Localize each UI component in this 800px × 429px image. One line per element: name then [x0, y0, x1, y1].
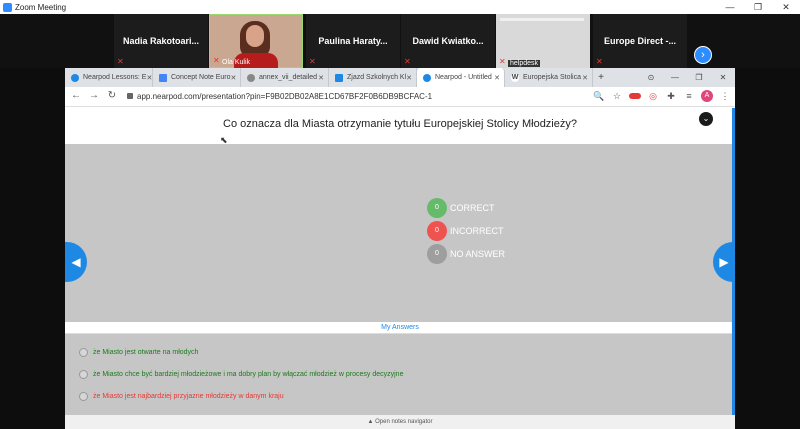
scrollbar[interactable]: [732, 108, 735, 415]
results-panel: 0 CORRECT 0 INCORRECT 0 NO ANSWER: [65, 144, 735, 322]
tab-favicon-icon: [71, 73, 79, 82]
answer-option[interactable]: że Miasto chce być bardziej młodzieżowe …: [79, 370, 403, 379]
forward-icon[interactable]: →: [87, 90, 101, 101]
participant-tile[interactable]: Dawid Kwiatko... ✕: [401, 14, 495, 68]
lock-icon: [127, 93, 133, 99]
browser-tab[interactable]: Concept Note Euro ✕: [153, 68, 241, 87]
search-icon[interactable]: 🔍: [593, 90, 605, 102]
zoom-app-icon: [3, 2, 12, 12]
muted-mic-icon: ✕: [309, 57, 316, 66]
window-controls: — ❐ ✕: [716, 0, 800, 14]
result-incorrect: 0 INCORRECT: [427, 221, 504, 241]
answers-list: że Miasto jest otwarte na młodych że Mia…: [65, 334, 735, 415]
result-correct: 0 CORRECT: [427, 198, 495, 218]
muted-mic-icon: ✕: [404, 57, 411, 66]
muted-mic-icon: ✕: [213, 56, 220, 65]
my-answers-tab[interactable]: My Answers: [65, 322, 735, 334]
muted-mic-icon: ✕: [117, 57, 124, 66]
participant-tile[interactable]: Nadia Rakotoari... ✕: [114, 14, 208, 68]
answer-option[interactable]: że Miasto jest otwarte na młodych: [79, 348, 198, 357]
participant-name: Europe Direct -...: [603, 36, 676, 46]
browser-tab[interactable]: Zjazd Szkolnych Kl ✕: [329, 68, 417, 87]
participant-name: helpdesk: [508, 60, 541, 67]
profile-avatar[interactable]: A: [701, 90, 713, 102]
address-bar-row: ← → ↻ app.nearpod.com/presentation?pin=F…: [65, 87, 735, 107]
minimize-button[interactable]: —: [716, 0, 744, 14]
participant-screen-tile[interactable]: helpdesk ✕: [496, 14, 590, 68]
extension-record-icon[interactable]: [629, 93, 641, 99]
participant-tile[interactable]: Paulina Haraty... ✕: [306, 14, 400, 68]
participant-gallery: Nadia Rakotoari... ✕ Ola Kulik ✕ Paulina…: [0, 14, 800, 69]
result-label: INCORRECT: [450, 226, 504, 236]
participant-video-tile[interactable]: Ola Kulik ✕: [209, 14, 303, 69]
window-title: Zoom Meeting: [15, 2, 67, 12]
participant-tile[interactable]: Europe Direct -... ✕: [593, 14, 687, 68]
close-tab-icon[interactable]: ✕: [494, 74, 500, 82]
count-badge: 0: [427, 221, 447, 241]
tab-favicon-icon: [335, 73, 343, 82]
answer-radio-icon: [79, 348, 88, 357]
answer-radio-icon: [79, 392, 88, 401]
back-icon[interactable]: ←: [69, 90, 83, 101]
reload-icon[interactable]: ↻: [105, 90, 119, 101]
browser-close-button[interactable]: ✕: [711, 68, 735, 87]
close-tab-icon[interactable]: ✕: [318, 74, 324, 82]
tab-favicon-icon: [423, 73, 431, 82]
answer-option[interactable]: że Miasto jest najbardziej przyjazne mło…: [79, 392, 284, 401]
profile-record-icon[interactable]: ⊙: [639, 68, 663, 87]
browser-tab[interactable]: annex_vii_detailed ✕: [241, 68, 329, 87]
close-tab-icon[interactable]: ✕: [231, 74, 237, 82]
participant-name: Nadia Rakotoari...: [122, 36, 200, 46]
reading-list-icon[interactable]: ≡: [683, 90, 695, 102]
tab-strip: Nearpod Lessons: E ✕ Concept Note Euro ✕ a…: [65, 68, 735, 87]
extension-icon[interactable]: ◎: [647, 90, 659, 102]
browser-window-controls: ⊙ — ❐ ✕: [639, 68, 735, 87]
question-text: Co oznacza dla Miasta otrzymanie tytułu …: [223, 118, 577, 130]
muted-mic-icon: ✕: [596, 57, 603, 66]
extensions-puzzle-icon[interactable]: ✚: [665, 90, 677, 102]
browser-tab[interactable]: W Europejska Stolica ✕: [505, 68, 593, 87]
tab-favicon-icon: [247, 73, 255, 82]
browser-minimize-button[interactable]: —: [663, 68, 687, 87]
next-page-icon[interactable]: ›: [694, 46, 712, 64]
close-tab-icon[interactable]: ✕: [582, 74, 588, 82]
maximize-button[interactable]: ❐: [744, 0, 772, 14]
answer-radio-icon: [79, 370, 88, 379]
count-badge: 0: [427, 244, 447, 264]
toolbar-icons: 🔍 ☆ ◎ ✚ ≡ A ⋮: [593, 90, 731, 102]
browser-window: Nearpod Lessons: E ✕ Concept Note Euro ✕ a…: [65, 68, 735, 429]
count-badge: 0: [427, 198, 447, 218]
browser-restore-button[interactable]: ❐: [687, 68, 711, 87]
notes-navigator-toggle[interactable]: ▲ Open notes navigator: [65, 415, 735, 429]
url-field[interactable]: app.nearpod.com/presentation?pin=F9B02DB…: [127, 90, 607, 104]
zoom-titlebar: Zoom Meeting — ❐ ✕: [0, 0, 800, 14]
collapse-chevron-icon[interactable]: ⌄: [699, 112, 713, 126]
result-label: CORRECT: [450, 203, 495, 213]
browser-tab-active[interactable]: Nearpod - Untitled ✕: [417, 68, 505, 87]
mouse-cursor-icon: ⬉: [220, 135, 228, 145]
participant-name: Dawid Kwiatko...: [412, 36, 484, 46]
new-tab-button[interactable]: +: [593, 68, 609, 87]
tab-favicon-icon: [159, 73, 167, 82]
browser-tab[interactable]: Nearpod Lessons: E ✕: [65, 68, 153, 87]
muted-mic-icon: ✕: [499, 57, 506, 66]
participant-name: Ola Kulik: [222, 59, 251, 66]
close-window-button[interactable]: ✕: [772, 0, 800, 14]
wikipedia-icon: W: [511, 73, 519, 82]
participant-name: Paulina Haraty...: [318, 36, 388, 46]
close-tab-icon[interactable]: ✕: [146, 74, 152, 82]
close-tab-icon[interactable]: ✕: [406, 74, 412, 82]
question-header: Co oznacza dla Miasta otrzymanie tytułu …: [65, 108, 735, 144]
result-label: NO ANSWER: [450, 249, 506, 259]
bookmark-star-icon[interactable]: ☆: [611, 90, 623, 102]
menu-kebab-icon[interactable]: ⋮: [719, 90, 731, 102]
result-no-answer: 0 NO ANSWER: [427, 244, 505, 264]
